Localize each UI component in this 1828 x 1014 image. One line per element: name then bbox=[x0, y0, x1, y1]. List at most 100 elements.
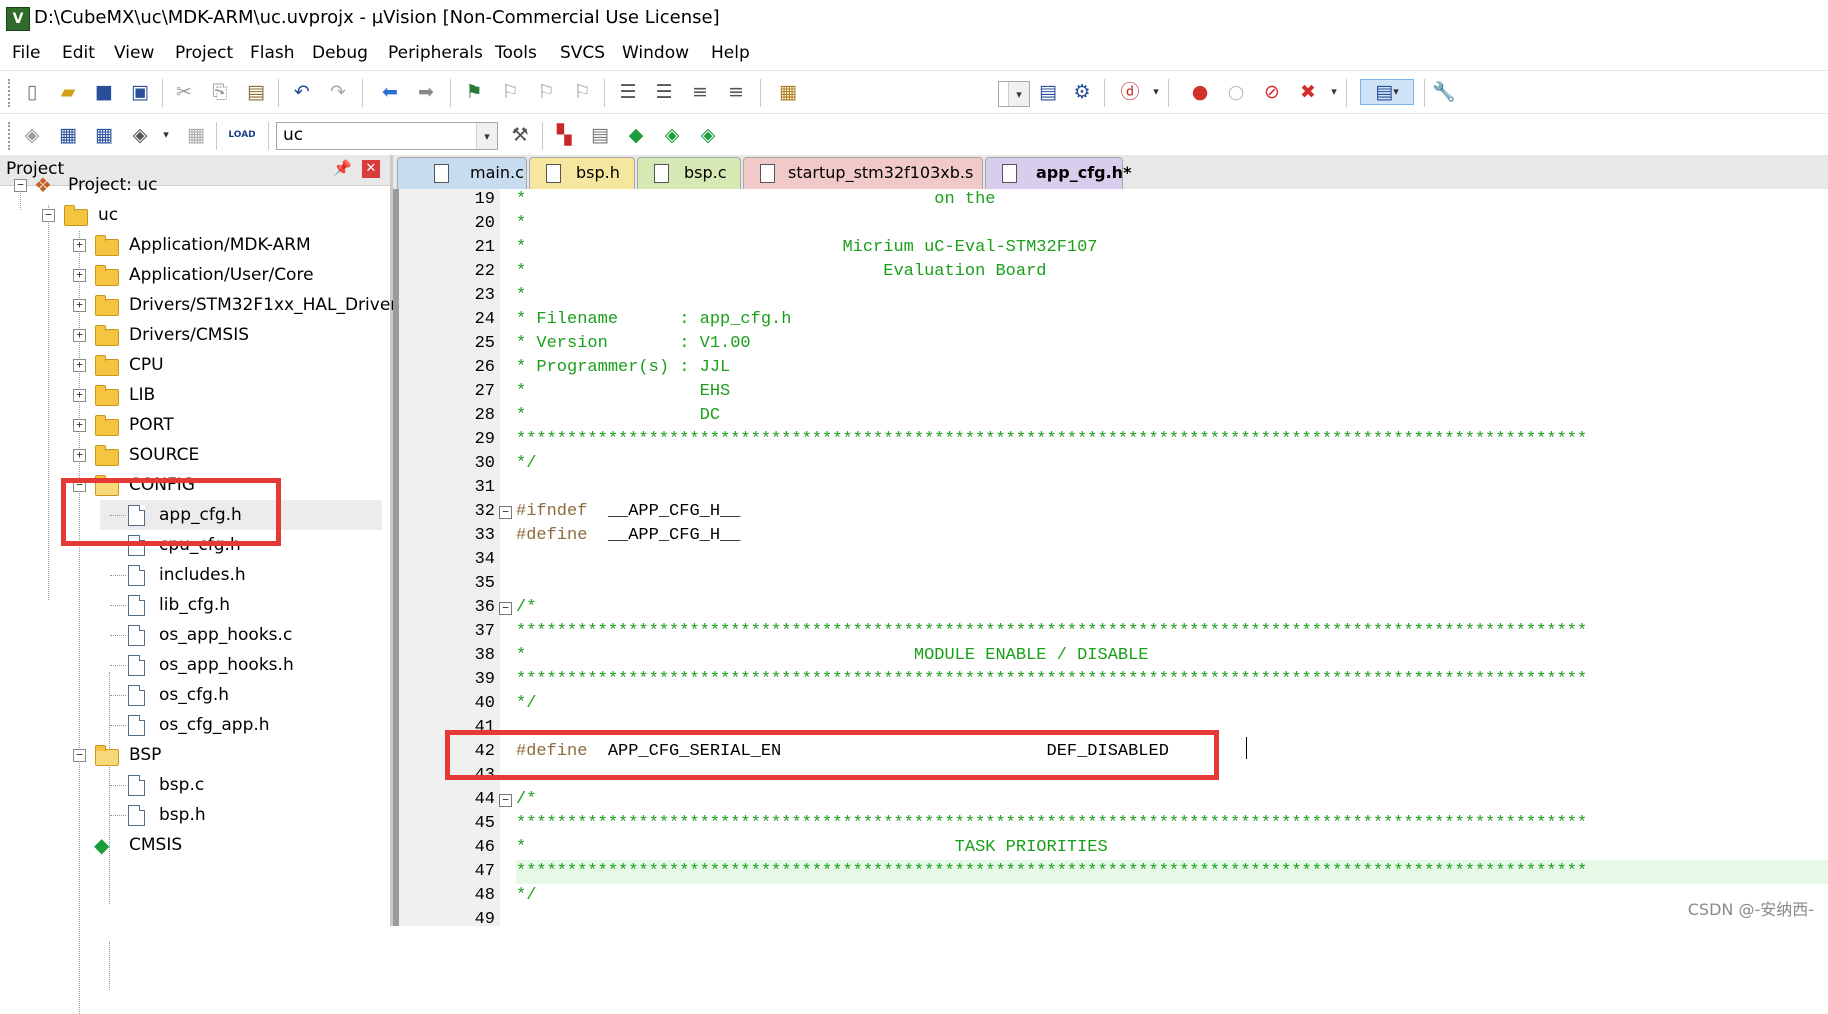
pack-installer-icon[interactable]: ◈ bbox=[696, 123, 720, 147]
tab-main-c[interactable]: main.c bbox=[397, 157, 527, 189]
download-load-icon[interactable]: LOAD bbox=[228, 123, 255, 147]
start-debug-icon[interactable]: ⓓ bbox=[1118, 80, 1142, 104]
previous-bookmark-icon[interactable]: ⚐ bbox=[498, 80, 522, 104]
code-line[interactable]: * bbox=[516, 284, 526, 308]
tab-app-cfg-h-active[interactable]: app_cfg.h* bbox=[985, 157, 1131, 190]
incremental-find-icon[interactable]: ⚙ bbox=[1070, 80, 1094, 104]
manage-runtime-environment-icon[interactable]: ◆ bbox=[624, 123, 648, 147]
rebuild-icon[interactable]: ▦ bbox=[92, 123, 116, 147]
menu-window[interactable]: Window bbox=[622, 42, 689, 64]
kill-breakpoints-icon[interactable]: ✖ bbox=[1296, 80, 1320, 104]
code-editor[interactable]: 19 20 21 22 23 24 25 26 27 28 29 30 31 32 33 34 35 36 37 38… bbox=[393, 188, 1828, 929]
find-in-files-icon[interactable]: ▦ bbox=[776, 80, 800, 104]
indent-icon[interactable]: ☰ bbox=[616, 80, 640, 104]
tree-item-group[interactable]: + Drivers/CMSIS bbox=[0, 320, 390, 350]
code-line[interactable]: * on the bbox=[516, 188, 995, 212]
tree-item-group[interactable]: + CPU bbox=[0, 350, 390, 380]
navigate-back-icon[interactable]: ⬅ bbox=[378, 80, 402, 104]
tree-item-target-uc[interactable]: − uc bbox=[0, 200, 390, 230]
target-select[interactable]: uc ▾ bbox=[276, 122, 498, 150]
toolbar-grip[interactable] bbox=[8, 79, 12, 107]
unindent-icon[interactable]: ☰ bbox=[652, 80, 676, 104]
expand-icon[interactable]: + bbox=[73, 299, 86, 312]
tree-item-file[interactable]: includes.h bbox=[100, 560, 382, 590]
code-line[interactable]: * bbox=[516, 212, 526, 236]
select-software-packs-icon[interactable]: ◈ bbox=[660, 123, 684, 147]
manage-project-items-icon[interactable]: ▚ bbox=[552, 123, 576, 147]
code-line[interactable]: #define __APP_CFG_H__ bbox=[516, 524, 740, 548]
tree-item-file[interactable]: bsp.h bbox=[100, 800, 382, 830]
tree-item-group-bsp[interactable]: − BSP bbox=[0, 740, 390, 770]
enable-breakpoint-icon[interactable]: ○ bbox=[1224, 80, 1248, 104]
tree-item-project-uc[interactable]: − ❖ Project: uc bbox=[0, 170, 390, 200]
tree-item-cmsis[interactable]: ◆ CMSIS bbox=[0, 830, 390, 860]
cut-icon[interactable]: ✂ bbox=[172, 80, 196, 104]
next-bookmark-icon[interactable]: ⚐ bbox=[534, 80, 558, 104]
uncomment-icon[interactable]: ≡ bbox=[724, 80, 748, 104]
new-file-icon[interactable]: ▯ bbox=[20, 80, 44, 104]
tree-item-group[interactable]: + SOURCE bbox=[0, 440, 390, 470]
fold-toggle-icon[interactable]: − bbox=[499, 506, 512, 519]
menu-project[interactable]: Project bbox=[175, 42, 233, 64]
manage-multi-project-icon[interactable]: ▤ bbox=[588, 123, 612, 147]
collapse-icon[interactable]: − bbox=[14, 179, 27, 192]
code-line[interactable]: * DC bbox=[516, 404, 720, 428]
menu-edit[interactable]: Edit bbox=[62, 42, 95, 64]
batch-build-icon[interactable]: ◈ bbox=[128, 123, 152, 147]
chevron-down-icon[interactable]: ▾ bbox=[1008, 82, 1029, 106]
expand-icon[interactable]: + bbox=[73, 389, 86, 402]
expand-icon[interactable]: + bbox=[73, 359, 86, 372]
find-icon[interactable]: ▤ bbox=[1036, 80, 1060, 104]
save-all-icon[interactable]: ▣ bbox=[128, 80, 152, 104]
code-line[interactable]: #ifndef __APP_CFG_H__ bbox=[516, 500, 740, 524]
fold-toggle-icon[interactable]: − bbox=[499, 602, 512, 615]
configure-icon[interactable]: 🔧 bbox=[1432, 80, 1456, 104]
tree-item-file[interactable]: bsp.c bbox=[100, 770, 382, 800]
expand-icon[interactable]: + bbox=[73, 419, 86, 432]
chevron-down-icon[interactable]: ▾ bbox=[1322, 80, 1346, 104]
code-line[interactable]: * MODULE ENABLE / DISABLE bbox=[516, 644, 1149, 668]
uvision-app-icon[interactable]: V bbox=[6, 7, 30, 31]
tree-item-file[interactable]: os_app_hooks.c bbox=[100, 620, 382, 650]
code-line[interactable]: * Programmer(s) : JJL bbox=[516, 356, 730, 380]
toolbar-grip[interactable] bbox=[8, 122, 12, 150]
code-line[interactable]: ****************************************… bbox=[516, 860, 1587, 884]
open-file-icon[interactable]: ▰ bbox=[56, 80, 80, 104]
tab-startup-s[interactable]: startup_stm32f103xb.s bbox=[743, 157, 983, 189]
code-line[interactable]: /* bbox=[516, 788, 536, 812]
collapse-icon[interactable]: − bbox=[42, 209, 55, 222]
window-layout-icon[interactable]: ▤ ▾ bbox=[1360, 79, 1414, 105]
disable-breakpoints-icon[interactable]: ⊘ bbox=[1260, 80, 1284, 104]
chevron-down-icon[interactable]: ▾ bbox=[1144, 80, 1168, 104]
expand-icon[interactable]: + bbox=[73, 239, 86, 252]
navigate-forward-icon[interactable]: ➡ bbox=[414, 80, 438, 104]
save-icon[interactable]: ■ bbox=[92, 80, 116, 104]
code-line[interactable]: ****************************************… bbox=[516, 620, 1587, 644]
code-line[interactable]: * Filename : app_cfg.h bbox=[516, 308, 791, 332]
code-line[interactable]: ****************************************… bbox=[516, 428, 1587, 452]
chevron-down-icon[interactable]: ▾ bbox=[476, 123, 497, 149]
expand-icon[interactable]: + bbox=[73, 329, 86, 342]
tree-item-file[interactable]: os_cfg_app.h bbox=[100, 710, 382, 740]
undo-icon[interactable]: ↶ bbox=[290, 80, 314, 104]
tab-bsp-c[interactable]: bsp.c bbox=[637, 157, 741, 189]
menu-debug[interactable]: Debug bbox=[312, 42, 368, 64]
code-line[interactable]: ****************************************… bbox=[516, 812, 1587, 836]
code-line[interactable]: * Version : V1.00 bbox=[516, 332, 751, 356]
comment-icon[interactable]: ≡ bbox=[688, 80, 712, 104]
code-line[interactable]: /* bbox=[516, 596, 536, 620]
menu-file[interactable]: File bbox=[12, 42, 40, 64]
menu-flash[interactable]: Flash bbox=[250, 42, 295, 64]
menu-view[interactable]: View bbox=[114, 42, 154, 64]
expand-icon[interactable]: + bbox=[73, 269, 86, 282]
redo-icon[interactable]: ↷ bbox=[326, 80, 350, 104]
code-line[interactable]: */ bbox=[516, 452, 536, 476]
tab-bsp-h[interactable]: bsp.h bbox=[529, 157, 635, 189]
code-line[interactable]: * TASK PRIORITIES bbox=[516, 836, 1108, 860]
translate-icon[interactable]: ◈ bbox=[20, 123, 44, 147]
tree-item-file[interactable]: os_app_hooks.h bbox=[100, 650, 382, 680]
paste-icon[interactable]: ▤ bbox=[244, 80, 268, 104]
fold-toggle-icon[interactable]: − bbox=[499, 794, 512, 807]
insert-breakpoint-icon[interactable]: ● bbox=[1188, 80, 1212, 104]
menu-tools[interactable]: Tools bbox=[495, 42, 537, 64]
